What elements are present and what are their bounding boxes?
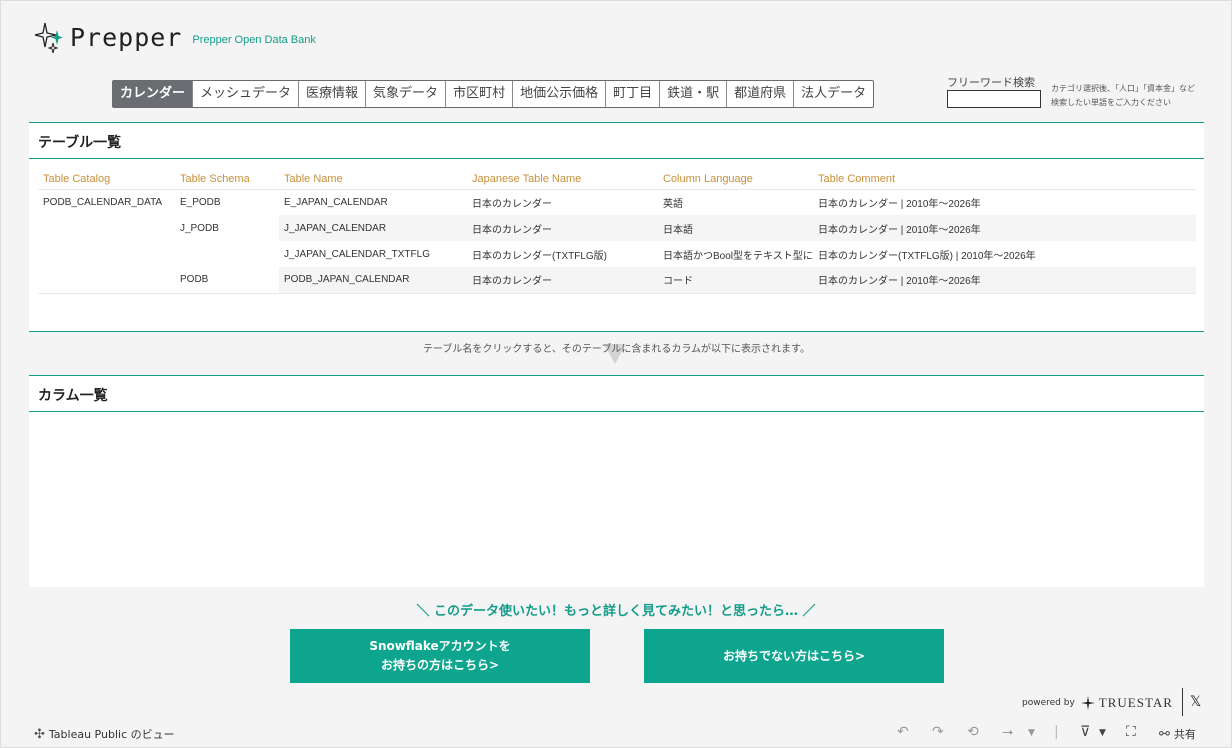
- tab-weather-data[interactable]: 気象データ: [366, 81, 447, 107]
- cell-schema: J_PODB: [180, 222, 219, 234]
- cell-catalog: [38, 267, 175, 294]
- cell-table-name[interactable]: E_JAPAN_CALENDAR: [279, 189, 467, 215]
- cell-comment: 日本のカレンダー(TXTFLG版) | 2010年～2026年: [818, 250, 1036, 262]
- cta-button-line: Snowflakeアカウントを: [369, 639, 511, 653]
- cta-message: ＼ このデータ使いたい！もっと詳しく見てみたい！と思ったら… ／: [416, 604, 816, 619]
- click-hint: テーブル名をクリックすると、そのテーブルに含まれるカラムが以下に表示されます。: [422, 344, 811, 355]
- powered-by[interactable]: powered by TRUESTAR: [1022, 695, 1173, 711]
- tab-corporate-data[interactable]: 法人データ: [794, 81, 873, 107]
- cell-language: 英語: [663, 198, 683, 210]
- fullscreen-icon[interactable]: ⛶: [1126, 724, 1136, 740]
- share-button[interactable]: ⚯ 共有: [1159, 726, 1196, 742]
- logo-subtitle: Prepper Open Data Bank: [192, 34, 316, 46]
- cell-table-name[interactable]: J_JAPAN_CALENDAR_TXTFLG: [279, 241, 467, 267]
- col-header-table-schema: Table Schema: [175, 169, 279, 190]
- redo-icon[interactable]: ↷: [932, 724, 944, 740]
- table-list-panel: テーブル一覧 Table Catalog Table Schema Table …: [29, 122, 1204, 332]
- tab-land-price[interactable]: 地価公示価格: [513, 81, 607, 107]
- refresh-icon[interactable]: ⭢: [1002, 724, 1013, 740]
- cell-table-name[interactable]: J_JAPAN_CALENDAR: [279, 215, 467, 241]
- cta-button-line: お持ちの方はこちら>: [380, 658, 500, 672]
- cell-comment: 日本のカレンダー | 2010年～2026年: [818, 198, 981, 210]
- revert-icon[interactable]: ⟲: [967, 724, 979, 740]
- share-label: 共有: [1173, 728, 1196, 741]
- cell-comment: 日本のカレンダー | 2010年～2026年: [813, 215, 1196, 241]
- cell-japanese-name: 日本のカレンダー(TXTFLG版): [472, 250, 607, 262]
- no-account-button[interactable]: お持ちでない方はこちら>: [644, 629, 944, 683]
- truestar-brand: TRUESTAR: [1098, 695, 1173, 710]
- cell-table-name[interactable]: PODB_JAPAN_CALENDAR: [279, 267, 467, 294]
- col-header-japanese-table-name: Japanese Table Name: [467, 169, 658, 190]
- search-input[interactable]: [947, 90, 1041, 108]
- sparkle-logo-icon: [34, 22, 63, 54]
- tab-town-block[interactable]: 町丁目: [606, 81, 661, 107]
- col-header-column-language: Column Language: [658, 169, 813, 190]
- powered-by-label: powered by: [1022, 698, 1075, 708]
- cell-language: 日本語かつBool型をテキスト型に置..: [663, 250, 813, 262]
- chevron-down-icon[interactable]: ▼: [1028, 728, 1035, 738]
- cell-schema: [175, 241, 279, 267]
- tab-railway-station[interactable]: 鉄道・駅: [660, 81, 728, 107]
- search-note-line: 検索したい単語をご入力ください: [1051, 98, 1171, 107]
- col-header-table-catalog: Table Catalog: [38, 169, 175, 190]
- cell-catalog: [38, 241, 175, 267]
- cell-schema: PODB: [175, 267, 279, 294]
- column-list-title: カラム一覧: [29, 376, 1204, 412]
- column-list-panel: カラム一覧: [29, 375, 1204, 587]
- tableau-public-link[interactable]: ✣ Tableau Public のビュー: [34, 726, 175, 742]
- table-list-title: テーブル一覧: [29, 123, 1204, 159]
- tableau-logo-icon: ✣: [34, 726, 45, 742]
- search-label: フリーワード検索: [947, 76, 1035, 89]
- logo-text: Prepper: [70, 22, 183, 52]
- table-list: Table Catalog Table Schema Table Name Ja…: [38, 169, 1196, 294]
- tab-medical-info[interactable]: 医療情報: [299, 81, 367, 107]
- truestar-logo-icon: [1080, 696, 1095, 710]
- cell-language: コード: [658, 267, 813, 294]
- share-icon: ⚯: [1159, 726, 1170, 742]
- cell-japanese-name: 日本のカレンダー: [472, 198, 552, 210]
- cell-language: 日本語: [658, 215, 813, 241]
- tab-municipality[interactable]: 市区町村: [446, 81, 514, 107]
- search-note-line: カテゴリ選択後、「人口」「資本金」など: [1051, 84, 1195, 93]
- table-header-row: Table Catalog Table Schema Table Name Ja…: [38, 169, 1196, 190]
- table-row[interactable]: PODB PODB_JAPAN_CALENDAR 日本のカレンダー コード 日本…: [38, 267, 1196, 294]
- toolbar-divider: |: [1054, 724, 1059, 740]
- search-note: カテゴリ選択後、「人口」「資本金」など 検索したい単語をご入力ください: [1051, 82, 1211, 110]
- tab-mesh-data[interactable]: メッシュデータ: [193, 81, 300, 107]
- cell-comment: 日本のカレンダー | 2010年～2026年: [813, 267, 1196, 294]
- col-header-table-comment: Table Comment: [813, 169, 1196, 190]
- snowflake-account-button[interactable]: Snowflakeアカウントを お持ちの方はこちら>: [290, 629, 590, 683]
- tableau-public-label: Tableau Public のビュー: [48, 728, 175, 741]
- category-tabs: カレンダー メッシュデータ 医療情報 気象データ 市区町村 地価公示価格 町丁目…: [112, 80, 875, 108]
- table-row[interactable]: PODB_CALENDAR_DATA E_PODB E_JAPAN_CALEND…: [38, 189, 1196, 215]
- col-header-table-name: Table Name: [279, 169, 467, 190]
- prepper-logo[interactable]: Prepper Prepper Open Data Bank: [34, 20, 316, 54]
- table-row[interactable]: J_JAPAN_CALENDAR_TXTFLG 日本のカレンダー(TXTFLG版…: [38, 241, 1196, 267]
- presentation-icon[interactable]: ⊽: [1080, 724, 1090, 740]
- cell-japanese-name: 日本のカレンダー: [467, 267, 658, 294]
- tableau-toolbar: ✣ Tableau Public のビュー ↶ ↷ ⟲ ⭢ ▼ | ⊽ ▼ ⛶ …: [0, 720, 1232, 748]
- cell-japanese-name: 日本のカレンダー: [467, 215, 658, 241]
- tab-calendar[interactable]: カレンダー: [113, 81, 194, 107]
- tab-prefecture[interactable]: 都道府県: [727, 81, 795, 107]
- undo-icon[interactable]: ↶: [897, 724, 909, 740]
- cell-schema: E_PODB: [180, 196, 221, 208]
- viz-frame: [0, 0, 1232, 748]
- cell-catalog: PODB_CALENDAR_DATA: [43, 196, 163, 208]
- chevron-down-icon[interactable]: ▼: [1099, 728, 1106, 738]
- divider: [1182, 688, 1183, 716]
- table-row[interactable]: J_PODB J_JAPAN_CALENDAR 日本のカレンダー 日本語 日本の…: [38, 215, 1196, 241]
- cell-catalog: [38, 215, 175, 241]
- x-social-icon[interactable]: 𝕏: [1190, 694, 1201, 710]
